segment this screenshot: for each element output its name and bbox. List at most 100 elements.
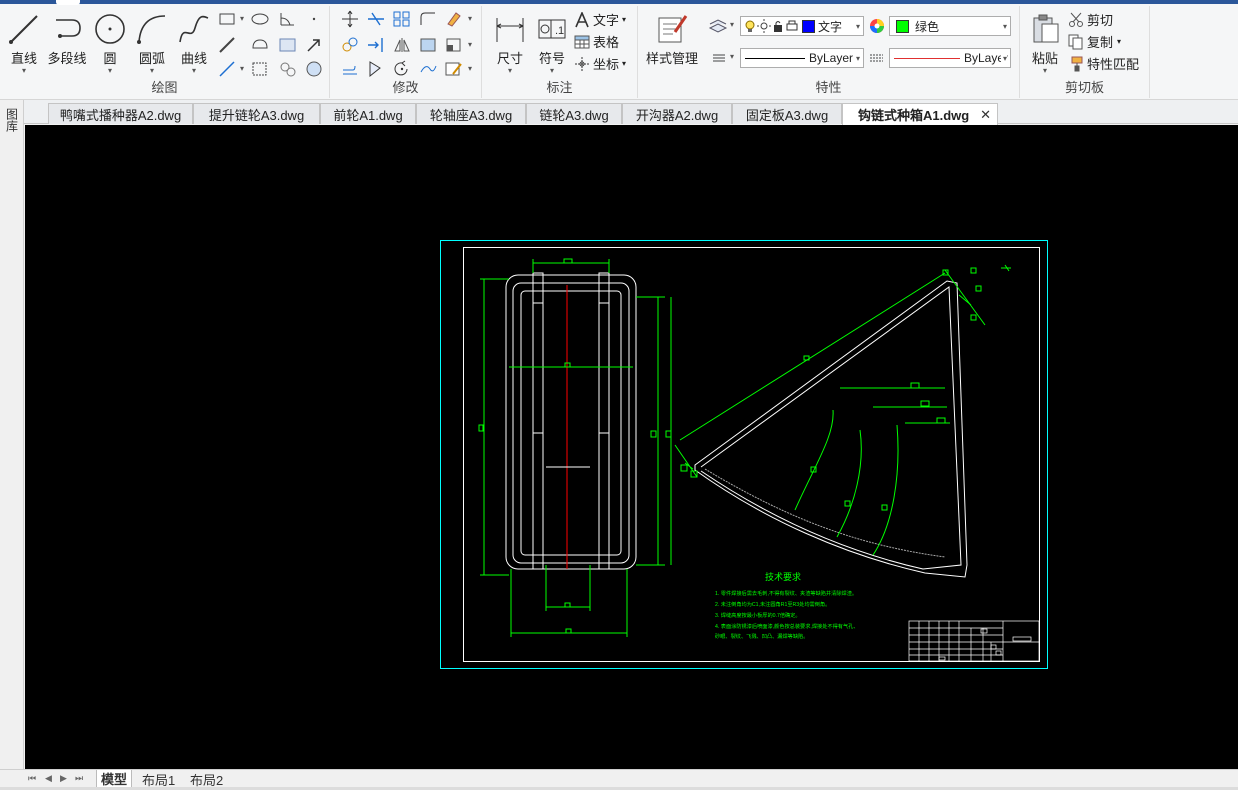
chevron-down-icon: ▾: [21, 66, 26, 75]
doc-tab-active[interactable]: 钩链式种箱A1.dwg ✕: [842, 103, 998, 125]
table-icon: [574, 35, 590, 48]
chevron-down-icon[interactable]: ▾: [468, 40, 472, 49]
wipeout-icon[interactable]: [278, 36, 298, 54]
last-layout-icon[interactable]: ⏭: [75, 773, 83, 784]
trim-icon[interactable]: [366, 10, 386, 28]
doc-tab[interactable]: 提升链轮A3.dwg: [193, 103, 320, 124]
draw-group: 直线 ▾ 多段线 圆 ▾ 圆弧 ▾ 曲线 ▾ ▾ ▾ 绘图: [0, 6, 330, 98]
table-button[interactable]: 表格: [574, 32, 619, 51]
explode-icon[interactable]: [366, 60, 386, 78]
note-line: 1. 零件焊接后需去毛刺,不得有裂纹、夹渣等缺陷并清除焊渣。: [715, 589, 857, 597]
polyline-icon: [56, 19, 81, 38]
layer-dropdown[interactable]: 文字 ▾: [740, 16, 864, 36]
hatch-icon[interactable]: [250, 60, 270, 78]
coordinate-button[interactable]: 坐标 ▾: [574, 54, 626, 73]
linetype-preview: [745, 57, 805, 59]
chevron-down-icon: ▾: [1117, 37, 1122, 46]
layer-manager-icon[interactable]: [708, 16, 728, 34]
chevron-down-icon[interactable]: ▾: [240, 14, 244, 23]
fillet-icon[interactable]: [418, 10, 438, 28]
linetype-dropdown[interactable]: ByLayer ▾: [740, 48, 864, 68]
color-wheel-icon[interactable]: [867, 17, 887, 35]
chevron-down-icon[interactable]: ▾: [468, 14, 472, 23]
line-button[interactable]: 直线 ▾: [0, 8, 48, 80]
doc-tab[interactable]: 链轮A3.dwg: [526, 103, 622, 124]
scale-icon[interactable]: [444, 36, 464, 54]
chevron-down-icon: ▾: [855, 53, 860, 63]
chevron-down-icon: ▾: [622, 15, 627, 24]
next-layout-icon[interactable]: ▶: [60, 773, 67, 784]
linetype-icon[interactable]: [867, 49, 887, 67]
arc-button[interactable]: 圆弧 ▾: [128, 8, 176, 80]
chevron-down-icon: ▾: [549, 66, 554, 75]
arrow-icon[interactable]: [304, 36, 324, 54]
cut-button[interactable]: 剪切: [1068, 10, 1113, 29]
text-button[interactable]: 文字 ▾: [574, 10, 626, 29]
layout-tab-2[interactable]: 布局2: [186, 770, 227, 788]
join-icon[interactable]: [418, 60, 438, 78]
doc-tab[interactable]: 轮轴座A3.dwg: [416, 103, 526, 124]
doc-tab[interactable]: 前轮A1.dwg: [320, 103, 416, 124]
dimension-button[interactable]: 尺寸 ▾: [486, 8, 534, 80]
circle-button[interactable]: 圆 ▾: [86, 8, 134, 80]
match-properties-button[interactable]: 特性匹配: [1068, 54, 1139, 73]
move-icon[interactable]: [340, 10, 360, 28]
ellipse-icon[interactable]: [250, 10, 270, 28]
polyline-button[interactable]: 多段线: [42, 8, 92, 80]
layout-tab-model[interactable]: 模型: [96, 770, 133, 788]
edit-properties-icon[interactable]: [444, 60, 464, 78]
annotate-group: 尺寸 ▾ .1 符号 ▾ 文字 ▾ 表格 坐标 ▾ 标注: [482, 6, 638, 98]
ray-icon[interactable]: [218, 60, 238, 78]
offset-icon[interactable]: [340, 60, 360, 78]
note-line: 砂眼、裂纹、飞溅、凹凸、漏焊等缺陷。: [715, 632, 808, 640]
line-icon: [9, 15, 38, 44]
close-icon[interactable]: ✕: [980, 107, 991, 123]
chevron-down-icon[interactable]: ▾: [240, 64, 244, 73]
eraser-icon[interactable]: [444, 10, 464, 28]
note-line: 4. 表面涂防锈漆后喷面漆,颜色按总装要求,焊接处不得有气孔、: [715, 622, 859, 630]
copy-icon: [1068, 34, 1083, 49]
mirror-icon[interactable]: [392, 36, 412, 54]
symbol-button[interactable]: .1 符号 ▾: [528, 8, 576, 80]
chevron-down-icon[interactable]: ▾: [468, 64, 472, 73]
layout-tabs-bar: ⏮ ◀ ▶ ⏭ 模型 布局1 布局2: [0, 769, 1238, 790]
drawing-svg: 技术要求 1. 零件焊接后需去毛刺,不得有裂纹、夹渣等缺陷并清除焊渣。 2. 未…: [440, 240, 1048, 669]
drawing-canvas[interactable]: 技术要求 1. 零件焊接后需去毛刺,不得有裂纹、夹渣等缺陷并清除焊渣。 2. 未…: [25, 125, 1238, 769]
chevron-down-icon[interactable]: ▾: [730, 20, 734, 29]
color-dropdown[interactable]: 绿色 ▾: [889, 16, 1011, 36]
array-icon[interactable]: [392, 10, 412, 28]
style-manager-button[interactable]: 样式管理: [644, 8, 700, 80]
region-icon[interactable]: [304, 60, 324, 78]
doc-tab[interactable]: 鸭嘴式播种器A2.dwg: [48, 103, 193, 124]
copy-button[interactable]: 复制 ▾: [1068, 32, 1121, 51]
angle-icon[interactable]: [278, 10, 298, 28]
arc-icon: [137, 15, 166, 44]
revcloud-icon[interactable]: [250, 36, 270, 54]
stretch-icon[interactable]: [418, 36, 438, 54]
library-panel-tab[interactable]: 图库: [3, 108, 21, 156]
chevron-down-icon: ▾: [1000, 53, 1007, 63]
point-icon[interactable]: [304, 10, 324, 28]
active-ribbon-tab-indicator[interactable]: [56, 0, 80, 5]
extend-icon[interactable]: [366, 36, 386, 54]
lineweight-icon[interactable]: [710, 49, 730, 67]
curve-button[interactable]: 曲线 ▾: [170, 8, 218, 80]
paste-button[interactable]: 粘贴 ▾: [1022, 8, 1068, 80]
chevron-down-icon[interactable]: ▾: [730, 52, 734, 61]
first-layout-icon[interactable]: ⏮: [28, 773, 36, 784]
copy-object-icon[interactable]: [340, 36, 360, 54]
ribbon: 直线 ▾ 多段线 圆 ▾ 圆弧 ▾ 曲线 ▾ ▾ ▾ 绘图 ▾ ▾ ▾ 修改 尺…: [0, 0, 1238, 100]
scissors-icon: [1069, 12, 1083, 27]
side-view: [674, 264, 1011, 578]
rectangle-icon[interactable]: [218, 10, 238, 28]
layout-tab-1[interactable]: 布局1: [138, 770, 179, 788]
sheet-inner-frame: [463, 247, 1040, 662]
doc-tab[interactable]: 开沟器A2.dwg: [622, 103, 732, 124]
style-manager-icon: [658, 15, 688, 43]
gradient-icon[interactable]: [278, 60, 298, 78]
prev-layout-icon[interactable]: ◀: [45, 773, 52, 784]
doc-tab[interactable]: 固定板A3.dwg: [732, 103, 842, 124]
rotate-icon[interactable]: [392, 60, 412, 78]
xline-icon[interactable]: [218, 36, 238, 54]
lineweight-dropdown[interactable]: ByLayer ▾: [889, 48, 1011, 68]
